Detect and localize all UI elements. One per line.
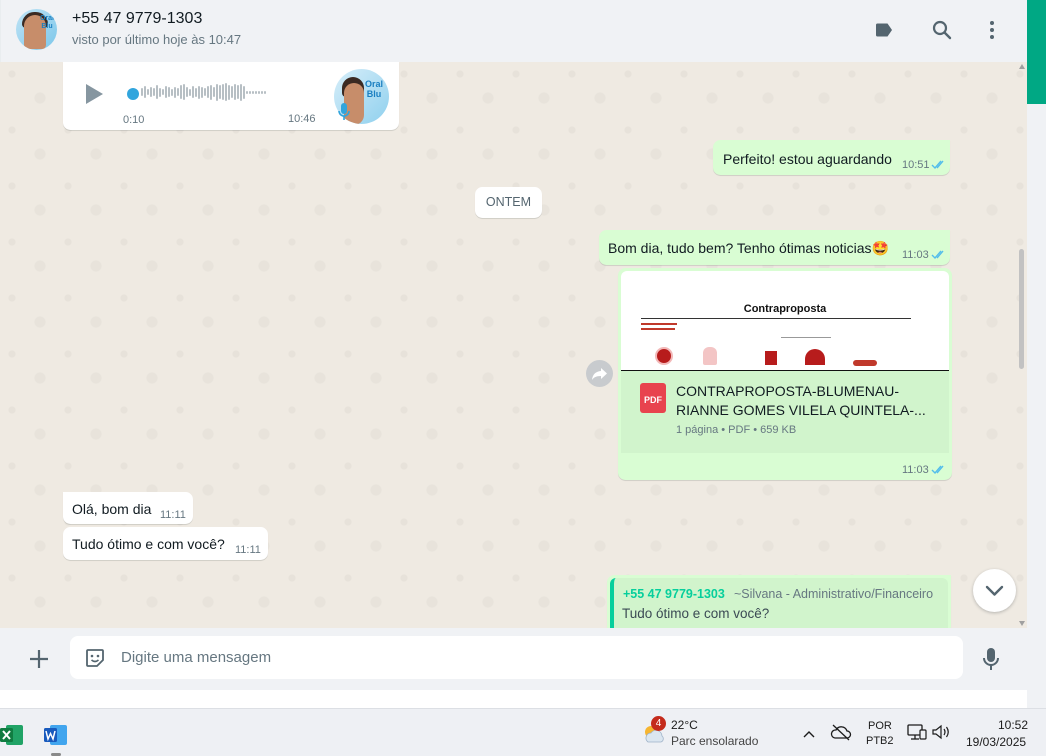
mic-icon: [337, 102, 351, 125]
star-struck-emoji: 🤩: [871, 240, 889, 256]
audio-time: 10:46: [288, 113, 316, 125]
volume-icon[interactable]: [931, 723, 951, 746]
quoted-message[interactable]: +55 47 9779-1303 ~Silvana - Administrati…: [610, 578, 948, 635]
scroll-down-arrow[interactable]: [1019, 621, 1025, 626]
scroll-to-bottom-button[interactable]: [973, 569, 1016, 612]
preview-tooth-image: [655, 347, 673, 365]
weather-temperature[interactable]: 22°C: [671, 718, 698, 732]
message-time: 11:11: [160, 509, 186, 521]
date-separator: ONTEM: [475, 187, 542, 218]
cloud-offline-icon[interactable]: [830, 723, 852, 746]
avatar-brand-text: Oral Blu: [40, 15, 55, 30]
message-input-placeholder: Digite uma mensagem: [121, 649, 272, 666]
message-time: 11:03: [902, 464, 929, 476]
weather-description[interactable]: Parc ensolarado: [671, 734, 758, 748]
audio-waveform[interactable]: [141, 83, 267, 105]
document-message[interactable]: Contraproposta PDF CONTRAPROPOSTA-BLUMEN…: [618, 268, 952, 480]
double-check-icon: [931, 465, 944, 475]
network-monitor-icon[interactable]: [907, 723, 927, 746]
chevron-down-icon: [985, 585, 1004, 596]
search-icon[interactable]: [930, 18, 954, 42]
preview-text-line: [781, 337, 831, 338]
document-filename-line2: RIANNE GOMES VILELA QUINTELA-...: [676, 402, 926, 418]
sticker-emoji-icon[interactable]: [83, 646, 107, 675]
window-accent-strip: [1027, 0, 1046, 104]
windows-taskbar: 4 22°C Parc ensolarado POR PTB2 10:52 19…: [0, 708, 1046, 756]
menu-kebab-icon[interactable]: [980, 18, 1004, 42]
audio-elapsed: 0:10: [123, 114, 145, 126]
message-time: 10:51: [902, 159, 930, 171]
outgoing-reply-message[interactable]: +55 47 9779-1303 ~Silvana - Administrati…: [607, 575, 951, 635]
outgoing-message[interactable]: Bom dia, tudo bem? Tenho ótimas noticias…: [599, 230, 950, 265]
preview-red-text-line: [641, 328, 675, 330]
double-check-icon: [931, 160, 944, 170]
contact-last-seen: visto por último hoje às 10:47: [72, 32, 242, 47]
preview-title: Contraproposta: [743, 303, 827, 315]
forward-icon: [592, 368, 607, 380]
quoted-text: Tudo ótimo e com você?: [622, 606, 770, 621]
scroll-up-arrow[interactable]: [1019, 64, 1025, 69]
preview-red-text-line: [641, 323, 677, 325]
double-check-icon: [931, 250, 944, 260]
attach-plus-icon[interactable]: [27, 647, 51, 676]
document-preview[interactable]: Contraproposta: [621, 271, 949, 371]
quoted-author-alias: ~Silvana - Administrativo/Financeiro: [734, 587, 934, 601]
message-text: Olá, bom dia: [72, 501, 152, 517]
show-hidden-icons-chevron-icon[interactable]: [802, 726, 816, 744]
message-time: 11:11: [235, 544, 261, 556]
clock-time[interactable]: 10:52: [998, 718, 1028, 732]
message-composer: Digite uma mensagem: [0, 628, 1027, 690]
scroll-thumb[interactable]: [1019, 249, 1024, 369]
outgoing-message[interactable]: Perfeito! estou aguardando 10:51: [713, 140, 950, 175]
chat-header[interactable]: Oral Blu +55 47 9779-1303 visto por últi…: [0, 0, 1027, 62]
pdf-icon: PDF: [640, 383, 666, 413]
audio-progress-knob[interactable]: [127, 88, 139, 100]
document-info[interactable]: PDF CONTRAPROPOSTA-BLUMENAU- RIANNE GOME…: [621, 371, 949, 453]
document-meta: 1 página • PDF • 659 KB: [676, 424, 797, 436]
incoming-message[interactable]: Tudo ótimo e com você? 11:11: [63, 527, 268, 560]
whatsapp-app: Oral Blu +55 47 9779-1303 visto por últi…: [0, 0, 1027, 690]
preview-tooth-image: [703, 347, 717, 365]
sender-avatar-brand: Oral Blu: [364, 79, 383, 99]
message-input[interactable]: Digite uma mensagem: [70, 636, 963, 679]
message-text: Tudo ótimo e com você?: [72, 536, 225, 552]
window-edge: [1027, 104, 1046, 708]
language-indicator[interactable]: POR: [868, 720, 892, 732]
contact-avatar[interactable]: Oral Blu: [16, 9, 57, 50]
message-text: Perfeito! estou aguardando: [723, 151, 892, 167]
voice-record-button[interactable]: [981, 646, 1001, 677]
excel-icon[interactable]: [0, 724, 24, 746]
forward-button[interactable]: [586, 360, 613, 387]
message-time: 11:03: [902, 249, 929, 261]
incoming-message[interactable]: Olá, bom dia 11:11: [63, 492, 193, 524]
preview-tooth-image: [805, 349, 825, 365]
contact-name[interactable]: +55 47 9779-1303: [72, 10, 202, 28]
weather-badge: 4: [651, 716, 666, 731]
clock-date[interactable]: 19/03/2025: [966, 735, 1026, 749]
keyboard-layout-indicator[interactable]: PTB2: [866, 735, 894, 747]
play-icon[interactable]: [83, 82, 105, 109]
preview-tooth-image: [765, 351, 777, 365]
audio-message[interactable]: 0:10 10:46 Oral Blu: [63, 62, 399, 130]
message-text-wrap: Bom dia, tudo bem? Tenho ótimas noticias…: [608, 240, 889, 257]
preview-rule: [641, 318, 911, 319]
preview-tooth-image: [853, 360, 877, 366]
chat-scrollbar[interactable]: [1016, 62, 1027, 628]
message-text: Bom dia, tudo bem? Tenho ótimas noticias: [608, 240, 872, 256]
word-icon[interactable]: [44, 724, 68, 746]
mic-icon: [983, 648, 999, 670]
document-filename-line1: CONTRAPROPOSTA-BLUMENAU-: [676, 383, 899, 399]
quoted-author: +55 47 9779-1303: [623, 587, 725, 601]
label-icon[interactable]: [872, 18, 896, 42]
